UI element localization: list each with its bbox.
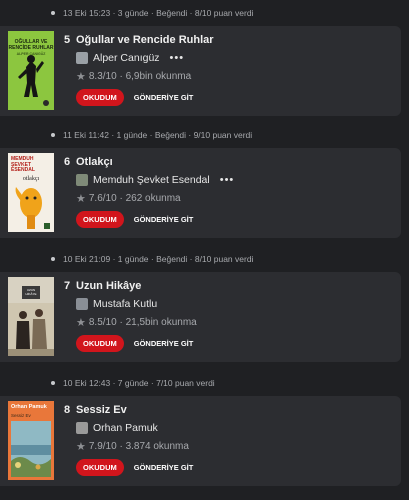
book-card: MEMDUH ŞEVKET ESENDAL otlakçı 6 Otlakçı … bbox=[0, 148, 401, 238]
book-stats: 8.5/10 · 21,5bin okunma bbox=[88, 316, 197, 328]
read-button[interactable]: OKUDUM bbox=[76, 211, 124, 228]
activity-meta: 11 Eki 11:42 · 1 günde · Beğendi · 9/10 … bbox=[0, 128, 409, 142]
feed-entry: 13 Eki 15:23 · 3 günde · Beğendi · 8/10 … bbox=[0, 6, 409, 116]
star-icon: ★ bbox=[76, 192, 86, 205]
activity-meta-text: 10 Eki 21:09 · 1 günde · Beğendi · 8/10 … bbox=[63, 254, 254, 264]
book-stats: 7.9/10 · 3.874 okunma bbox=[88, 440, 189, 452]
author-name[interactable]: Orhan Pamuk bbox=[93, 422, 158, 434]
dot-icon bbox=[51, 381, 55, 385]
feed-entry: 10 Eki 21:09 · 1 günde · Beğendi · 8/10 … bbox=[0, 252, 409, 362]
book-title[interactable]: Otlakçı bbox=[76, 156, 113, 168]
read-button[interactable]: OKUDUM bbox=[76, 335, 124, 352]
rank-number: 6 bbox=[64, 156, 71, 168]
activity-meta-text: 10 Eki 12:43 · 7 günde · 7/10 puan verdi bbox=[63, 378, 215, 388]
book-card: UZUN HİKÂYE 7 Uzun Hikâye Mustafa Kutlu … bbox=[0, 272, 401, 362]
cover-illustration bbox=[15, 187, 50, 229]
book-cover[interactable]: Orhan Pamuk Sessiz Ev bbox=[8, 401, 54, 480]
dot-icon bbox=[51, 257, 55, 261]
book-stats: 7.6/10 · 262 okunma bbox=[88, 192, 181, 204]
star-icon: ★ bbox=[76, 316, 86, 329]
cover-illustration bbox=[8, 303, 54, 356]
book-title[interactable]: Sessiz Ev bbox=[76, 404, 127, 416]
star-icon: ★ bbox=[76, 70, 86, 83]
author-avatar[interactable] bbox=[76, 422, 88, 434]
read-button[interactable]: OKUDUM bbox=[76, 89, 124, 106]
book-cover[interactable]: MEMDUH ŞEVKET ESENDAL otlakçı bbox=[8, 153, 54, 232]
go-to-post-button[interactable]: GÖNDERİYE GİT bbox=[134, 463, 194, 472]
author-name[interactable]: Mustafa Kutlu bbox=[93, 298, 157, 310]
book-card: Orhan Pamuk Sessiz Ev 8 Sessiz Ev Orhan … bbox=[0, 396, 401, 486]
rank-number: 5 bbox=[64, 34, 71, 46]
feed-entry: 10 Eki 12:43 · 7 günde · 7/10 puan verdi… bbox=[0, 376, 409, 486]
author-name[interactable]: Memduh Şevket Esendal bbox=[93, 174, 210, 186]
book-title[interactable]: Uzun Hikâye bbox=[76, 280, 141, 292]
book-stats: 8.3/10 · 6,9bin okunma bbox=[88, 70, 192, 82]
feed-entry: 11 Eki 11:42 · 1 günde · Beğendi · 9/10 … bbox=[0, 128, 409, 238]
book-card: OĞULLAR VE RENCİDE RUHLAR ALPER CANIGÜZ … bbox=[0, 26, 401, 116]
more-icon[interactable]: ••• bbox=[170, 52, 185, 64]
activity-meta: 10 Eki 12:43 · 7 günde · 7/10 puan verdi bbox=[0, 376, 409, 390]
rank-number: 7 bbox=[64, 280, 71, 292]
activity-meta: 10 Eki 21:09 · 1 günde · Beğendi · 8/10 … bbox=[0, 252, 409, 266]
read-button[interactable]: OKUDUM bbox=[76, 459, 124, 476]
book-cover[interactable]: UZUN HİKÂYE bbox=[8, 277, 54, 356]
book-title[interactable]: Oğullar ve Rencide Ruhlar bbox=[76, 34, 214, 46]
cover-illustration bbox=[18, 55, 49, 106]
reading-feed: 13 Eki 15:23 · 3 günde · Beğendi · 8/10 … bbox=[0, 0, 409, 500]
go-to-post-button[interactable]: GÖNDERİYE GİT bbox=[134, 339, 194, 348]
rank-number: 8 bbox=[64, 404, 71, 416]
star-icon: ★ bbox=[76, 440, 86, 453]
author-avatar[interactable] bbox=[76, 52, 88, 64]
dot-icon bbox=[51, 133, 55, 137]
author-name[interactable]: Alper Canıgüz bbox=[93, 52, 160, 64]
activity-meta-text: 11 Eki 11:42 · 1 günde · Beğendi · 9/10 … bbox=[63, 130, 253, 140]
activity-meta: 13 Eki 15:23 · 3 günde · Beğendi · 8/10 … bbox=[0, 6, 409, 20]
activity-meta-text: 13 Eki 15:23 · 3 günde · Beğendi · 8/10 … bbox=[63, 8, 254, 18]
author-avatar[interactable] bbox=[76, 298, 88, 310]
author-avatar[interactable] bbox=[76, 174, 88, 186]
go-to-post-button[interactable]: GÖNDERİYE GİT bbox=[134, 93, 194, 102]
more-icon[interactable]: ••• bbox=[220, 174, 235, 186]
dot-icon bbox=[51, 11, 55, 15]
book-cover[interactable]: OĞULLAR VE RENCİDE RUHLAR ALPER CANIGÜZ bbox=[8, 31, 54, 110]
go-to-post-button[interactable]: GÖNDERİYE GİT bbox=[134, 215, 194, 224]
cover-illustration bbox=[11, 421, 51, 477]
